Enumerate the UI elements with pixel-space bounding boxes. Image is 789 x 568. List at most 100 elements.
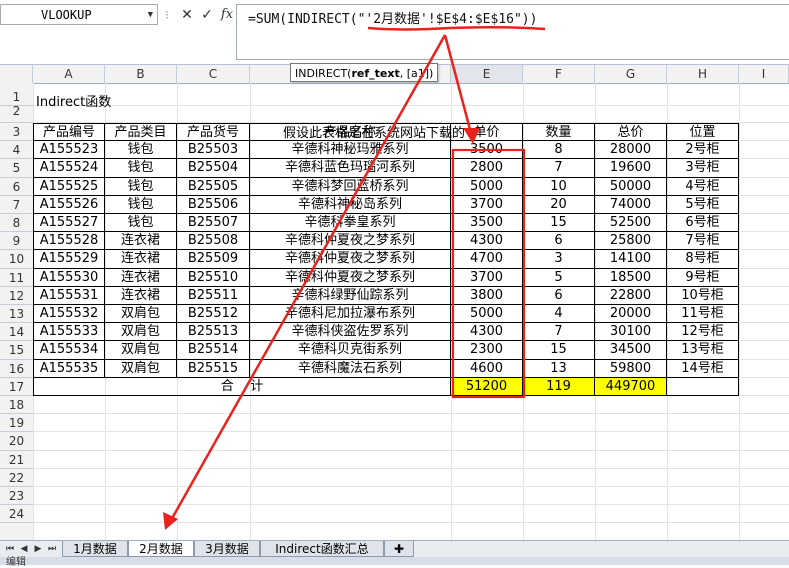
row-header-4[interactable]: 4: [0, 141, 33, 159]
table-cell[interactable]: 双肩包: [105, 341, 177, 359]
table-cell[interactable]: 3800: [451, 287, 523, 305]
row-header-14[interactable]: 14: [0, 323, 33, 341]
row-header-13[interactable]: 13: [0, 305, 33, 323]
table-cell[interactable]: 9号柜: [667, 269, 739, 287]
table-cell[interactable]: 25800: [595, 232, 667, 250]
table-header-cell[interactable]: 产品编号: [33, 123, 105, 141]
table-header-cell[interactable]: 总价: [595, 123, 667, 141]
table-cell[interactable]: 钱包: [105, 214, 177, 232]
table-cell[interactable]: 5000: [451, 305, 523, 323]
table-cell[interactable]: 6: [523, 287, 595, 305]
table-cell[interactable]: 3: [523, 250, 595, 268]
table-cell[interactable]: 辛德科蓝色玛瑙河系列: [250, 159, 451, 177]
table-cell[interactable]: 辛德科仲夏夜之梦系列: [250, 269, 451, 287]
table-header-cell[interactable]: 产品货号: [177, 123, 250, 141]
table-cell[interactable]: 连衣裙: [105, 250, 177, 268]
name-box[interactable]: VLOOKUP ▼: [0, 4, 158, 25]
row-header-6[interactable]: 6: [0, 178, 33, 196]
table-cell[interactable]: 34500: [595, 341, 667, 359]
table-cell[interactable]: B25509: [177, 250, 250, 268]
table-cell[interactable]: 钱包: [105, 178, 177, 196]
chevron-down-icon[interactable]: ▼: [148, 5, 153, 26]
table-cell[interactable]: 8号柜: [667, 250, 739, 268]
table-cell[interactable]: A155523: [33, 141, 105, 159]
table-cell[interactable]: 钱包: [105, 159, 177, 177]
table-header-cell[interactable]: 位置: [667, 123, 739, 141]
total-value-cell[interactable]: 449700: [595, 378, 667, 396]
table-cell[interactable]: 10: [523, 178, 595, 196]
row-header-9[interactable]: 9: [0, 232, 33, 250]
table-cell[interactable]: 双肩包: [105, 323, 177, 341]
table-cell[interactable]: 14100: [595, 250, 667, 268]
table-cell[interactable]: 5000: [451, 178, 523, 196]
row-header-21[interactable]: 21: [0, 451, 33, 469]
table-cell[interactable]: 4300: [451, 323, 523, 341]
table-header-cell[interactable]: 单价: [451, 123, 523, 141]
formula-bar[interactable]: =SUM(INDIRECT("'2月数据'!$E$4:$E$16")): [236, 4, 789, 60]
table-cell[interactable]: 辛德科梦回蓝桥系列: [250, 178, 451, 196]
table-cell[interactable]: 30100: [595, 323, 667, 341]
total-value-cell[interactable]: 119: [523, 378, 595, 396]
table-cell[interactable]: 13: [523, 360, 595, 378]
column-header-e[interactable]: E: [451, 65, 523, 83]
table-cell[interactable]: 7: [523, 159, 595, 177]
column-header-f[interactable]: F: [523, 65, 595, 83]
row-header-12[interactable]: 12: [0, 287, 33, 305]
row-header-15[interactable]: 15: [0, 341, 33, 359]
table-cell[interactable]: 连衣裙: [105, 287, 177, 305]
table-cell[interactable]: B25515: [177, 360, 250, 378]
tab-4[interactable]: Indirect函数汇总: [260, 541, 384, 557]
column-header-a[interactable]: A: [33, 65, 105, 83]
table-cell[interactable]: 6号柜: [667, 214, 739, 232]
table-cell[interactable]: A155524: [33, 159, 105, 177]
tab-1[interactable]: 1月数据: [62, 541, 128, 557]
last-sheet-icon[interactable]: ⏭: [46, 541, 58, 557]
select-all-corner[interactable]: [0, 65, 33, 83]
table-cell[interactable]: 20: [523, 196, 595, 214]
table-cell[interactable]: 13号柜: [667, 341, 739, 359]
row-header-10[interactable]: 10: [0, 250, 33, 268]
table-cell[interactable]: 辛德科神秘岛系列: [250, 196, 451, 214]
table-cell[interactable]: 4700: [451, 250, 523, 268]
row-header-16[interactable]: 16: [0, 360, 33, 378]
table-cell[interactable]: A155535: [33, 360, 105, 378]
table-cell[interactable]: 辛德科神秘玛雅系列: [250, 141, 451, 159]
table-cell[interactable]: B25507: [177, 214, 250, 232]
table-cell[interactable]: 52500: [595, 214, 667, 232]
table-header-cell[interactable]: 产品名称: [250, 123, 451, 141]
table-cell[interactable]: B25511: [177, 287, 250, 305]
table-cell[interactable]: B25504: [177, 159, 250, 177]
table-cell[interactable]: 10号柜: [667, 287, 739, 305]
table-cell[interactable]: B25505: [177, 178, 250, 196]
table-cell[interactable]: 4300: [451, 232, 523, 250]
table-cell[interactable]: 15: [523, 341, 595, 359]
table-cell[interactable]: B25513: [177, 323, 250, 341]
table-cell[interactable]: 连衣裙: [105, 232, 177, 250]
row-header-22[interactable]: 22: [0, 469, 33, 487]
row-header-17[interactable]: 17: [0, 378, 33, 396]
new-sheet-icon[interactable]: ✚: [384, 541, 414, 557]
column-header-i[interactable]: I: [739, 65, 789, 83]
table-cell[interactable]: 辛德科尼加拉瀑布系列: [250, 305, 451, 323]
table-cell[interactable]: 15: [523, 214, 595, 232]
table-cell[interactable]: 钱包: [105, 196, 177, 214]
table-cell[interactable]: B25508: [177, 232, 250, 250]
formula-text[interactable]: =SUM(INDIRECT("'2月数据'!$E$4:$E$16")): [248, 8, 537, 27]
tab-3[interactable]: 3月数据: [194, 541, 260, 557]
next-sheet-icon[interactable]: ▶: [32, 541, 44, 557]
table-cell[interactable]: B25510: [177, 269, 250, 287]
table-cell[interactable]: A155527: [33, 214, 105, 232]
row-header-20[interactable]: 20: [0, 432, 33, 450]
table-cell[interactable]: 连衣裙: [105, 269, 177, 287]
table-cell[interactable]: 3700: [451, 269, 523, 287]
table-cell[interactable]: 双肩包: [105, 305, 177, 323]
table-cell[interactable]: 5号柜: [667, 196, 739, 214]
confirm-icon[interactable]: ✓: [200, 7, 214, 23]
worksheet-grid[interactable]: Indirect函数假设此表格是在系统网站下载的产品编号产品类目产品货号产品名称…: [33, 83, 789, 541]
row-header-5[interactable]: 5: [0, 159, 33, 177]
table-cell[interactable]: 74000: [595, 196, 667, 214]
table-cell[interactable]: B25506: [177, 196, 250, 214]
total-empty-cell[interactable]: [667, 378, 739, 396]
row-header-2[interactable]: 2: [0, 101, 33, 123]
row-header-8[interactable]: 8: [0, 214, 33, 232]
